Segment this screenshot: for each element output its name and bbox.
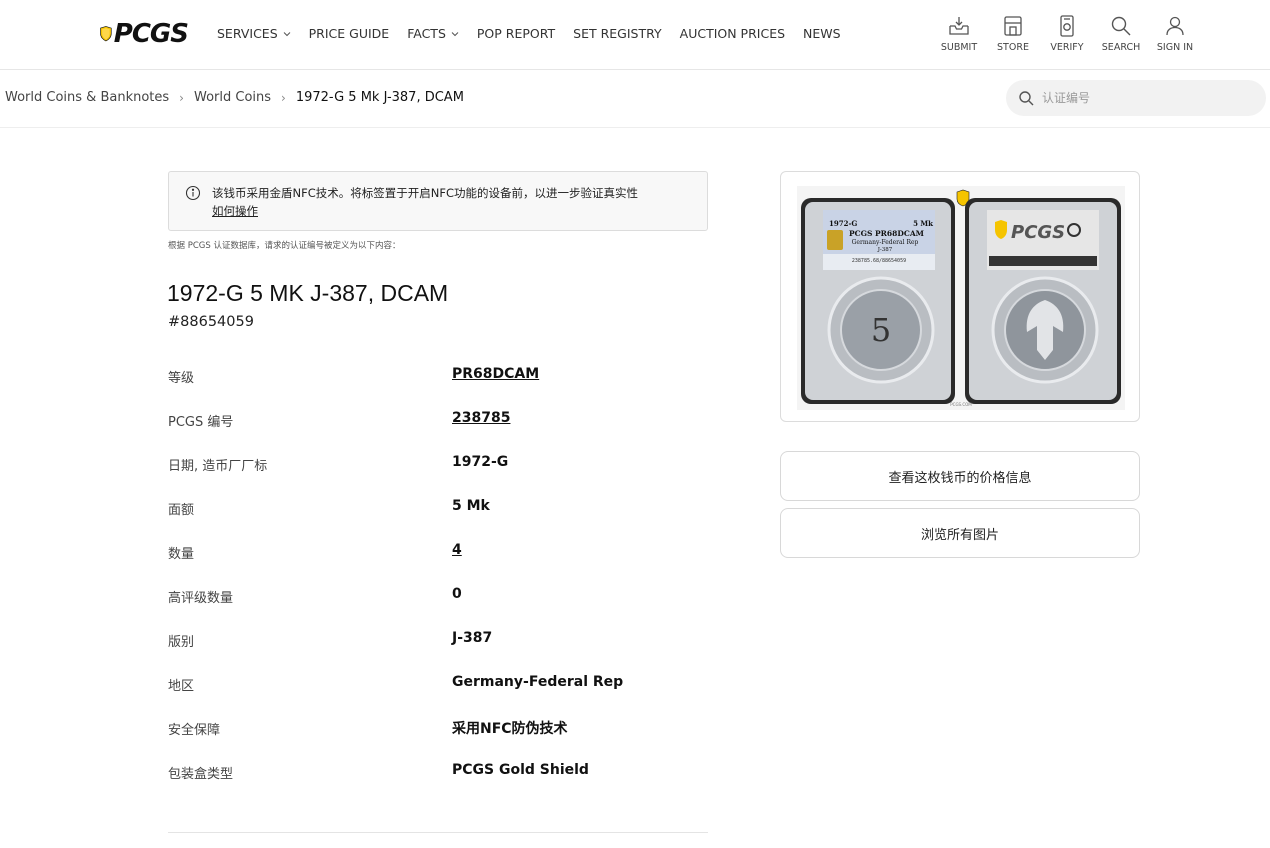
detail-label: 版别 <box>168 635 195 650</box>
nav-item-label: AUCTION PRICES <box>679 26 786 41</box>
nav-item-set-registry[interactable]: SET REGISTRY <box>573 26 662 41</box>
submit-label: SUBMIT <box>940 42 978 53</box>
nav-item-auction-prices[interactable]: AUCTION PRICES <box>680 26 785 41</box>
detail-row: 高评级数量 0 <box>168 573 708 617</box>
detail-row: PCGS 编号 238785 <box>168 397 708 441</box>
coin-title: 1972-G 5 MK J-387, DCAM <box>167 280 449 306</box>
slab-variety: J-387 <box>877 247 893 253</box>
detail-row: 数量 4 <box>168 529 708 573</box>
detail-label: 地区 <box>168 679 195 694</box>
cert-number: #88654059 <box>168 314 254 330</box>
store-button[interactable]: STORE <box>986 14 1040 53</box>
detail-row: 版别 J-387 <box>168 617 708 661</box>
verify-button[interactable]: VERIFY <box>1040 14 1094 53</box>
nav-item-label: FACTS <box>407 26 446 41</box>
nav-item-label: PRICE GUIDE <box>308 26 390 41</box>
detail-label: 日期, 造币厂厂标 <box>168 459 268 474</box>
detail-value: PCGS Gold Shield <box>452 762 589 778</box>
nav-item-price-guide[interactable]: PRICE GUIDE <box>309 26 390 41</box>
cert-search-box[interactable] <box>1006 80 1266 116</box>
detail-label: 安全保障 <box>168 723 221 738</box>
breadcrumb-item-world-coins[interactable]: World Coins <box>194 90 271 105</box>
inbox-icon <box>949 17 969 35</box>
database-note: 根据 PCGS 认证数据库，请求的认证编号被定义为以下内容： <box>168 241 401 251</box>
detail-row: 面额 5 Mk <box>168 485 708 529</box>
detail-label: 面额 <box>168 503 195 518</box>
pcgs-logo[interactable]: PCGS <box>100 18 189 50</box>
site-header: PCGS SERVICES PRICE GUIDE FACTS POP REPORT S… <box>0 0 1270 70</box>
search-label: SEARCH <box>1101 42 1141 53</box>
detail-value: 1972-G <box>452 454 509 470</box>
nav-item-services[interactable]: SERVICES <box>217 26 291 41</box>
logo-wordmark: PCGS <box>113 19 189 49</box>
svg-text:5: 5 <box>871 311 891 349</box>
utility-nav: SUBMIT STORE VERIFY SEARCH SIGN IN <box>932 14 1202 53</box>
detail-row: 地区 Germany-Federal Rep <box>168 661 708 705</box>
nfc-message: 该钱币采用金盾NFC技术。将标签置于开启NFC功能的设备前，以进一步验证真实性 <box>212 186 638 200</box>
nav-item-label: NEWS <box>803 26 841 41</box>
user-icon <box>1166 16 1184 36</box>
coin-image-card[interactable]: 1972-G 5 Mk PCGS PR68DCAM Germany-Federa… <box>780 171 1140 422</box>
detail-value: 采用NFC防伪技术 <box>452 721 568 737</box>
nav-item-label: POP REPORT <box>476 26 556 41</box>
breadcrumb-current: 1972-G 5 Mk J-387, DCAM <box>295 90 464 105</box>
search-icon <box>1019 91 1034 106</box>
slab-footer: PCGS.COM <box>950 402 972 407</box>
sign-in-label: SIGN IN <box>1156 42 1194 53</box>
nav-item-facts[interactable]: FACTS <box>407 26 459 41</box>
detail-row: 等级 PR68DCAM <box>168 353 708 397</box>
slab-year: 1972-G <box>829 219 857 228</box>
coin-details-list: 等级 PR68DCAM PCGS 编号 238785 日期, 造币厂厂标 1972-G 面额… <box>168 353 708 793</box>
nav-item-label: SERVICES <box>217 26 278 41</box>
chevron-right-icon: › <box>281 90 286 105</box>
submit-button[interactable]: SUBMIT <box>932 14 986 53</box>
detail-label: 数量 <box>168 547 195 562</box>
chevron-down-icon <box>451 31 459 36</box>
slab-grade-line: PCGS PR68DCAM <box>849 229 924 238</box>
detail-value[interactable]: 238785 <box>452 410 510 426</box>
verify-icon <box>1060 15 1074 37</box>
sign-in-button[interactable]: SIGN IN <box>1148 14 1202 53</box>
store-icon <box>1004 16 1022 36</box>
nav-item-pop-report[interactable]: POP REPORT <box>477 26 555 41</box>
cert-number-input[interactable] <box>1042 91 1242 105</box>
detail-value: 5 Mk <box>452 498 490 514</box>
slab-region: Germany-Federal Rep <box>852 239 919 246</box>
detail-label: PCGS 编号 <box>168 415 234 430</box>
coin-slab-image[interactable]: 1972-G 5 Mk PCGS PR68DCAM Germany-Federa… <box>797 186 1125 410</box>
divider <box>168 832 708 833</box>
nav-item-label: SET REGISTRY <box>573 26 662 41</box>
browse-all-images-button[interactable]: 浏览所有图片 <box>780 508 1140 558</box>
slab-codes: 238785.68/88654059 <box>852 258 906 264</box>
breadcrumb: World Coins & Banknotes › World Coins › … <box>5 90 464 105</box>
slab-logo-text: PCGS <box>1011 222 1065 243</box>
detail-value: 0 <box>452 586 462 602</box>
info-icon <box>185 185 201 201</box>
view-price-info-button[interactable]: 查看这枚钱币的价格信息 <box>780 451 1140 501</box>
search-icon <box>1111 16 1131 36</box>
slab-denomination: 5 Mk <box>913 219 933 228</box>
verify-label: VERIFY <box>1050 42 1084 53</box>
main-nav: SERVICES PRICE GUIDE FACTS POP REPORT SET RE… <box>217 26 859 41</box>
nav-item-news[interactable]: NEWS <box>803 26 841 41</box>
nfc-notice: 该钱币采用金盾NFC技术。将标签置于开启NFC功能的设备前，以进一步验证真实性 … <box>168 171 708 231</box>
breadcrumb-item-world-coins-banknotes[interactable]: World Coins & Banknotes <box>5 90 169 105</box>
detail-value[interactable]: PR68DCAM <box>452 366 539 382</box>
detail-row: 日期, 造币厂厂标 1972-G <box>168 441 708 485</box>
detail-value: Germany-Federal Rep <box>452 674 624 690</box>
store-label: STORE <box>997 42 1029 53</box>
detail-row: 安全保障 采用NFC防伪技术 <box>168 705 708 749</box>
detail-label: 等级 <box>168 371 195 386</box>
detail-row: 包装盒类型 PCGS Gold Shield <box>168 749 708 793</box>
how-to-link[interactable]: 如何操作 <box>212 203 258 219</box>
detail-value[interactable]: 4 <box>452 542 462 558</box>
detail-label: 高评级数量 <box>168 591 234 606</box>
search-button[interactable]: SEARCH <box>1094 14 1148 53</box>
chevron-down-icon <box>283 31 290 36</box>
detail-value: J-387 <box>452 630 493 646</box>
chevron-right-icon: › <box>179 90 184 105</box>
shield-logo-icon <box>100 26 112 42</box>
detail-label: 包装盒类型 <box>168 767 234 782</box>
breadcrumb-bar: World Coins & Banknotes › World Coins › … <box>0 71 1270 128</box>
